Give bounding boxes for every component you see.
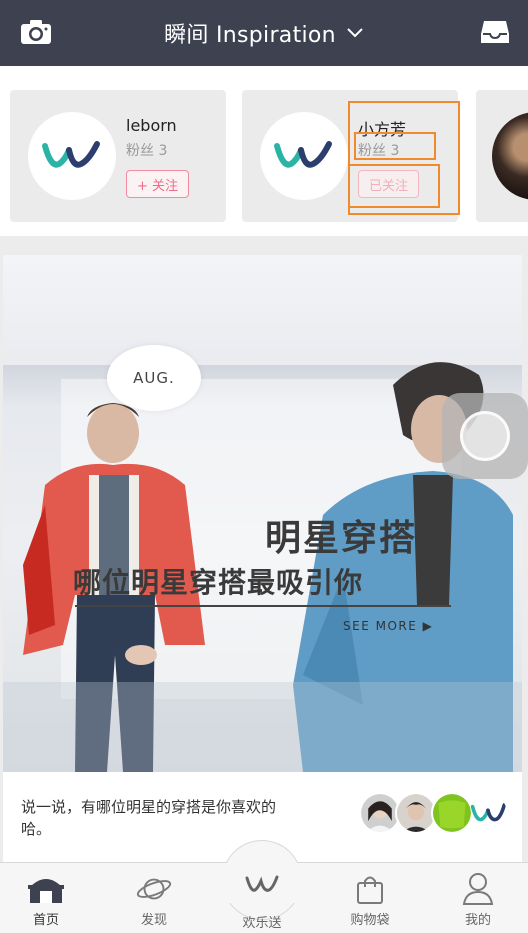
assistive-touch-button[interactable] [442, 393, 528, 479]
recommended-users-strip: leborn 粉丝 3 + 关注 小方芳 粉丝 3 已关注 [0, 66, 528, 236]
tab-home[interactable]: 首页 [0, 863, 96, 933]
banner-band [3, 682, 522, 772]
avatar[interactable] [260, 112, 348, 200]
assistive-touch-icon [460, 411, 510, 461]
featured-banner[interactable]: AUG. 明星穿搭 哪位明星穿搭最吸引你 SEE MORE ▶ [3, 255, 522, 772]
divider [75, 605, 451, 607]
banner-subline: 哪位明星穿搭最吸引你 [73, 566, 364, 599]
follower-count: 粉丝 3 [358, 143, 400, 159]
see-more-link[interactable]: SEE MORE ▶ [343, 619, 433, 633]
w-logo-icon [470, 803, 507, 822]
w-logo-icon [274, 141, 332, 168]
person-icon [462, 873, 494, 905]
tab-profile[interactable]: 我的 [428, 863, 528, 933]
tab-label: 我的 [464, 913, 491, 928]
tab-label: 发现 [140, 913, 167, 928]
inbox-icon[interactable] [480, 18, 510, 46]
tab-label: 欢乐送 [242, 916, 282, 931]
planet-icon [136, 878, 172, 900]
user-card-2[interactable]: 小方芳 粉丝 3 已关注 [242, 90, 458, 222]
w-logo-icon [245, 875, 279, 892]
avatar[interactable] [492, 112, 528, 200]
follow-button[interactable]: + 关注 [126, 170, 190, 198]
shopping-bag-icon [357, 876, 383, 904]
screen: 瞬间 Inspiration leborn 粉丝 3 + 关注 小方芳 粉丝 3… [0, 0, 528, 933]
participant-avatars[interactable] [359, 792, 509, 834]
tab-shopping-bag[interactable]: 购物袋 [320, 863, 420, 933]
camera-icon[interactable] [20, 18, 52, 46]
user-card-3[interactable] [476, 90, 528, 222]
followed-button[interactable]: 已关注 [358, 170, 420, 198]
tab-discover[interactable]: 发现 [104, 863, 204, 933]
channel-switcher[interactable]: 瞬间 Inspiration [164, 17, 364, 49]
home-icon [28, 879, 64, 903]
avatar[interactable] [28, 112, 116, 200]
top-navigation-bar: 瞬间 Inspiration [0, 0, 528, 66]
user-name[interactable]: 小方芳 [358, 116, 406, 140]
user-card-1[interactable]: leborn 粉丝 3 + 关注 [10, 90, 226, 222]
date-badge: AUG. [107, 345, 201, 411]
page-title: 瞬间 Inspiration [164, 23, 336, 48]
tab-label: 首页 [32, 913, 59, 928]
w-logo-icon [42, 141, 100, 168]
banner-headline: 明星穿搭 [265, 518, 418, 559]
tab-label: 购物袋 [350, 913, 390, 928]
chevron-down-icon [347, 28, 363, 38]
user-name[interactable]: leborn [126, 116, 177, 135]
post-caption: 说一说，有哪位明星的穿搭是你喜欢的哈。 [21, 798, 277, 838]
follower-count: 粉丝 3 [126, 143, 168, 159]
